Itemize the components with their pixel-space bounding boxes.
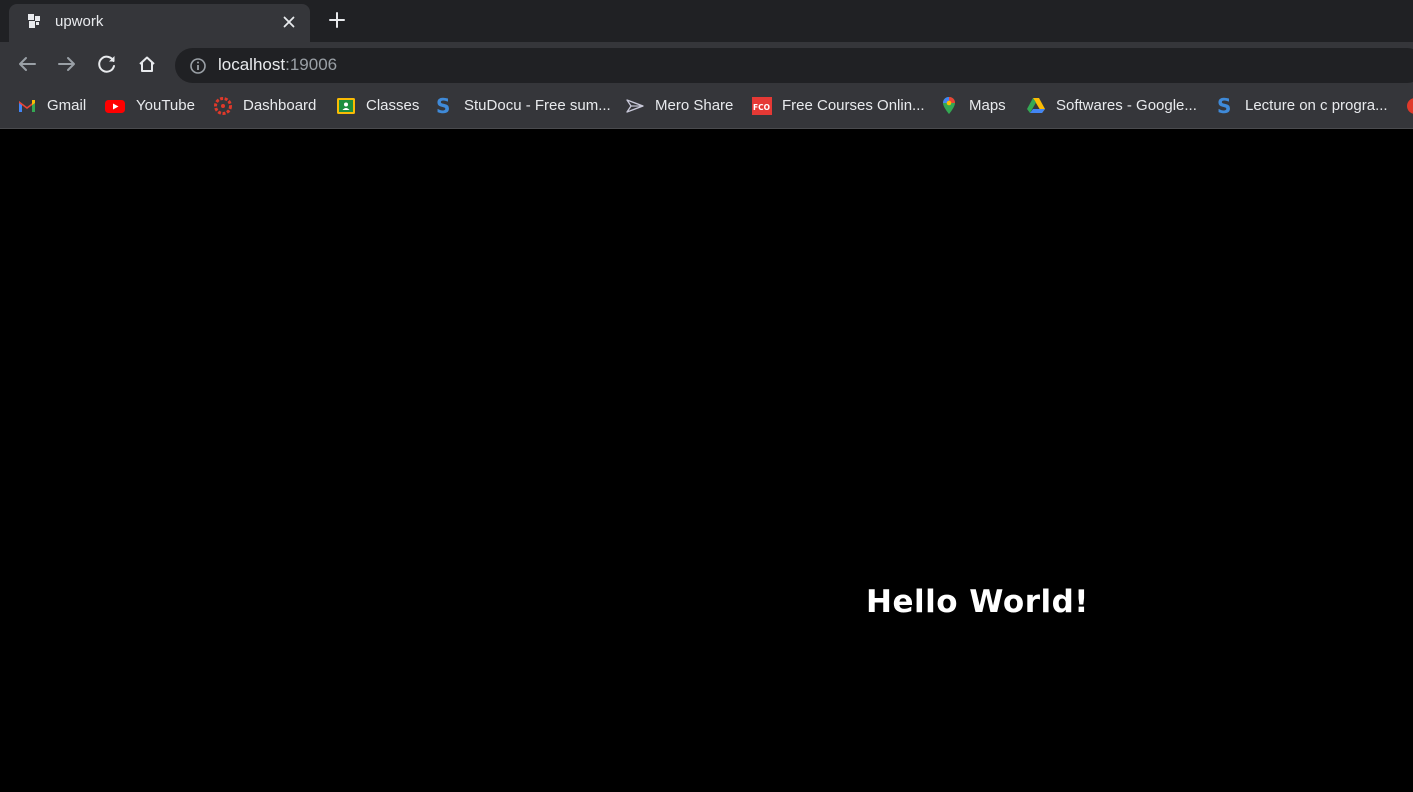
- browser-toolbar: localhost:19006: [0, 42, 1413, 88]
- page-content: Hello World!: [0, 129, 1413, 792]
- bookmark-label: YouTube: [136, 97, 195, 114]
- svg-text:FCO: FCO: [753, 103, 770, 112]
- reload-icon: [98, 55, 115, 73]
- back-arrow-icon: [19, 57, 36, 71]
- tab-title: upwork: [55, 13, 104, 30]
- back-button[interactable]: [12, 49, 42, 79]
- gmail-icon: [19, 100, 35, 112]
- youtube-icon: [105, 100, 125, 113]
- bookmarks-bar: Gmail YouTube Dashboard Classes S StuDoc…: [0, 89, 1413, 125]
- svg-text:S: S: [1217, 96, 1231, 116]
- url-text: localhost:19006: [218, 55, 337, 75]
- active-tab[interactable]: upwork: [9, 4, 310, 42]
- bookmark-label: Dashboard: [243, 97, 317, 114]
- upwork-icon: [28, 14, 40, 28]
- bookmark-label: Mero Share: [655, 97, 734, 114]
- close-tab-button[interactable]: [278, 11, 300, 33]
- bookmark-label: Free Courses Onlin...: [782, 97, 925, 114]
- bookmark-label: Lecture on c progra...: [1245, 97, 1388, 114]
- svg-text:S: S: [436, 96, 450, 116]
- browser-chrome: upwork localhost:19006 Gmail YouTube Das…: [0, 0, 1413, 129]
- tab-strip: upwork: [0, 0, 1413, 42]
- studocu-icon: S: [436, 96, 450, 116]
- close-icon: [283, 16, 295, 28]
- classes-icon: [337, 98, 355, 114]
- bookmark-label: StuDocu - Free sum...: [464, 97, 611, 114]
- studocu-icon: S: [1217, 96, 1231, 116]
- forward-button[interactable]: [52, 49, 82, 79]
- maps-icon: [943, 97, 955, 114]
- bookmark-label: Classes: [366, 97, 420, 114]
- hello-world-text: Hello World!: [866, 584, 1089, 620]
- dashboard-icon: [214, 97, 232, 115]
- bookmark-label: Maps: [969, 97, 1006, 114]
- mero-share-icon: [626, 99, 644, 113]
- info-icon[interactable]: [189, 57, 207, 75]
- home-icon: [139, 56, 155, 72]
- reload-button[interactable]: [92, 49, 122, 79]
- fco-icon: FCO: [752, 97, 772, 115]
- new-tab-button[interactable]: [323, 6, 351, 34]
- plus-icon: [329, 12, 345, 28]
- home-button[interactable]: [132, 49, 162, 79]
- address-bar[interactable]: localhost:19006: [175, 48, 1413, 83]
- partial-bookmark-icon: [1407, 98, 1413, 114]
- bookmark-label: Softwares - Google...: [1056, 97, 1197, 114]
- url-host: localhost: [218, 55, 286, 74]
- bookmark-label: Gmail: [47, 97, 87, 114]
- bookmark-overflow[interactable]: [1405, 95, 1413, 117]
- forward-arrow-icon: [58, 57, 75, 71]
- url-port: :19006: [285, 55, 338, 74]
- google-drive-icon: [1027, 98, 1045, 113]
